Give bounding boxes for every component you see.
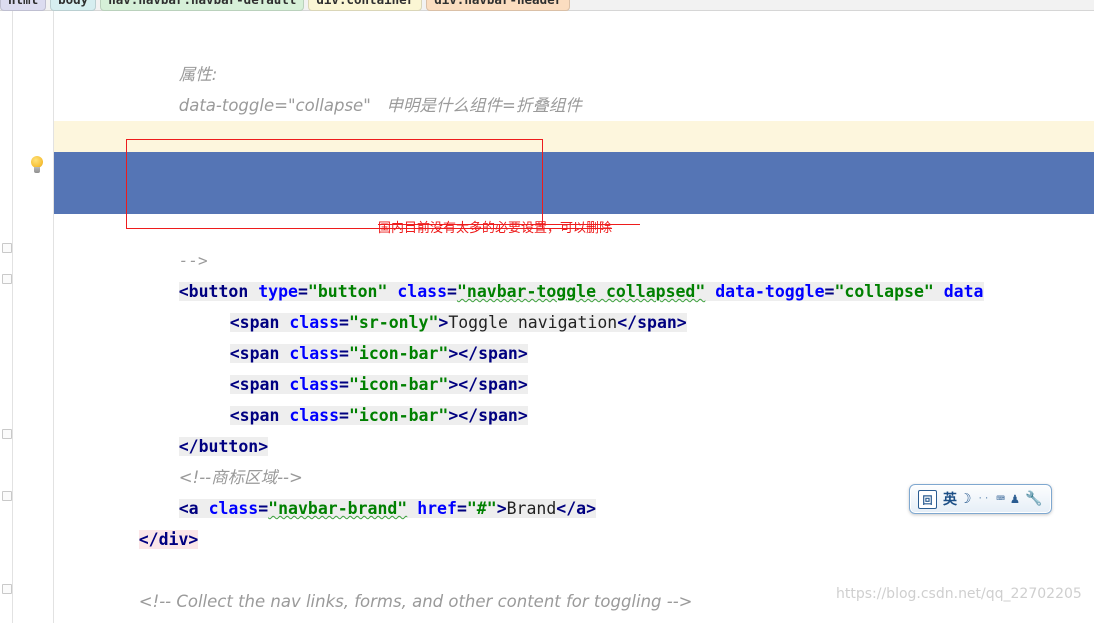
user-icon[interactable]: ♟ [1011,492,1019,506]
code-line[interactable]: data-target="#bs-example-navbar-collapse… [54,90,1094,146]
breadcrumb-item-body[interactable]: body [50,0,97,11]
code-line[interactable]: <!-- Collect the nav links, forms, and o… [54,555,1094,611]
fold-marker[interactable] [2,274,12,284]
breadcrumb-item-navbar-header[interactable]: div.navbar-header [426,0,571,11]
code-line[interactable]: </button> [54,400,1094,456]
fold-marker[interactable] [2,429,12,439]
lightbulb-icon[interactable] [29,156,45,174]
breadcrumb-item-html[interactable]: html [0,0,47,11]
icon-gutter[interactable] [13,11,54,623]
ime-toolbar[interactable]: 回 英 ☽ ·· ⌨ ♟ 🔧 [909,484,1052,514]
code-line[interactable]: <span class="icon-bar"></span> [54,338,1094,394]
dots-icon[interactable]: ·· [977,494,990,504]
ime-logo-icon[interactable]: 回 [918,489,937,509]
fold-marker[interactable] [2,243,12,253]
annotation-strike-line [378,224,640,225]
code-line[interactable]: data-toggle="collapse" 申明是什么组件=折叠组件 [54,59,1094,115]
breadcrumb-item-container[interactable]: div.container [308,0,423,11]
fold-marker[interactable] [2,491,12,501]
keyboard-icon[interactable]: ⌨ [996,492,1004,506]
code-editor[interactable]: 属性: data-toggle="collapse" 申明是什么组件=折叠组件 … [54,11,1094,623]
code-line[interactable]: <button type="button" class="navbar-togg… [54,245,1094,301]
code-line[interactable]: <span class="icon-bar"></span> [54,369,1094,425]
annotation-note-text: 国内目前没有太多的必要设置，可以删除 [378,221,613,236]
code-line[interactable]: <div class="collapse navbar-collapse" id… [54,586,1094,617]
code-line-selected[interactable]: aria-expanded="false" aria-* 代表提供给屏幕阅读器使… [54,152,1094,209]
code-line[interactable]: <!--商标区域--> [54,431,1094,487]
code-line[interactable]: 其他: [54,121,1094,177]
ime-mode-label[interactable]: 英 [943,489,957,509]
breadcrumb: html body nav.navbar.navbar-default div.… [0,0,1094,11]
breadcrumb-item-nav[interactable]: nav.navbar.navbar-default [100,0,305,11]
code-line[interactable]: <span class="icon-bar"></span> [54,307,1094,363]
fold-marker[interactable] [2,584,12,594]
code-line[interactable]: <span class="sr-only">Toggle navigation<… [54,276,1094,332]
wrench-icon[interactable]: 🔧 [1025,492,1042,506]
code-line-blank[interactable] [54,524,1094,555]
moon-icon[interactable]: ☽ [963,492,971,506]
code-line[interactable]: 属性: [54,28,1094,84]
code-line-selected[interactable]: class="sr-only" screen read only 代表提供给屏幕… [54,183,1094,240]
fold-gutter[interactable] [0,11,13,623]
